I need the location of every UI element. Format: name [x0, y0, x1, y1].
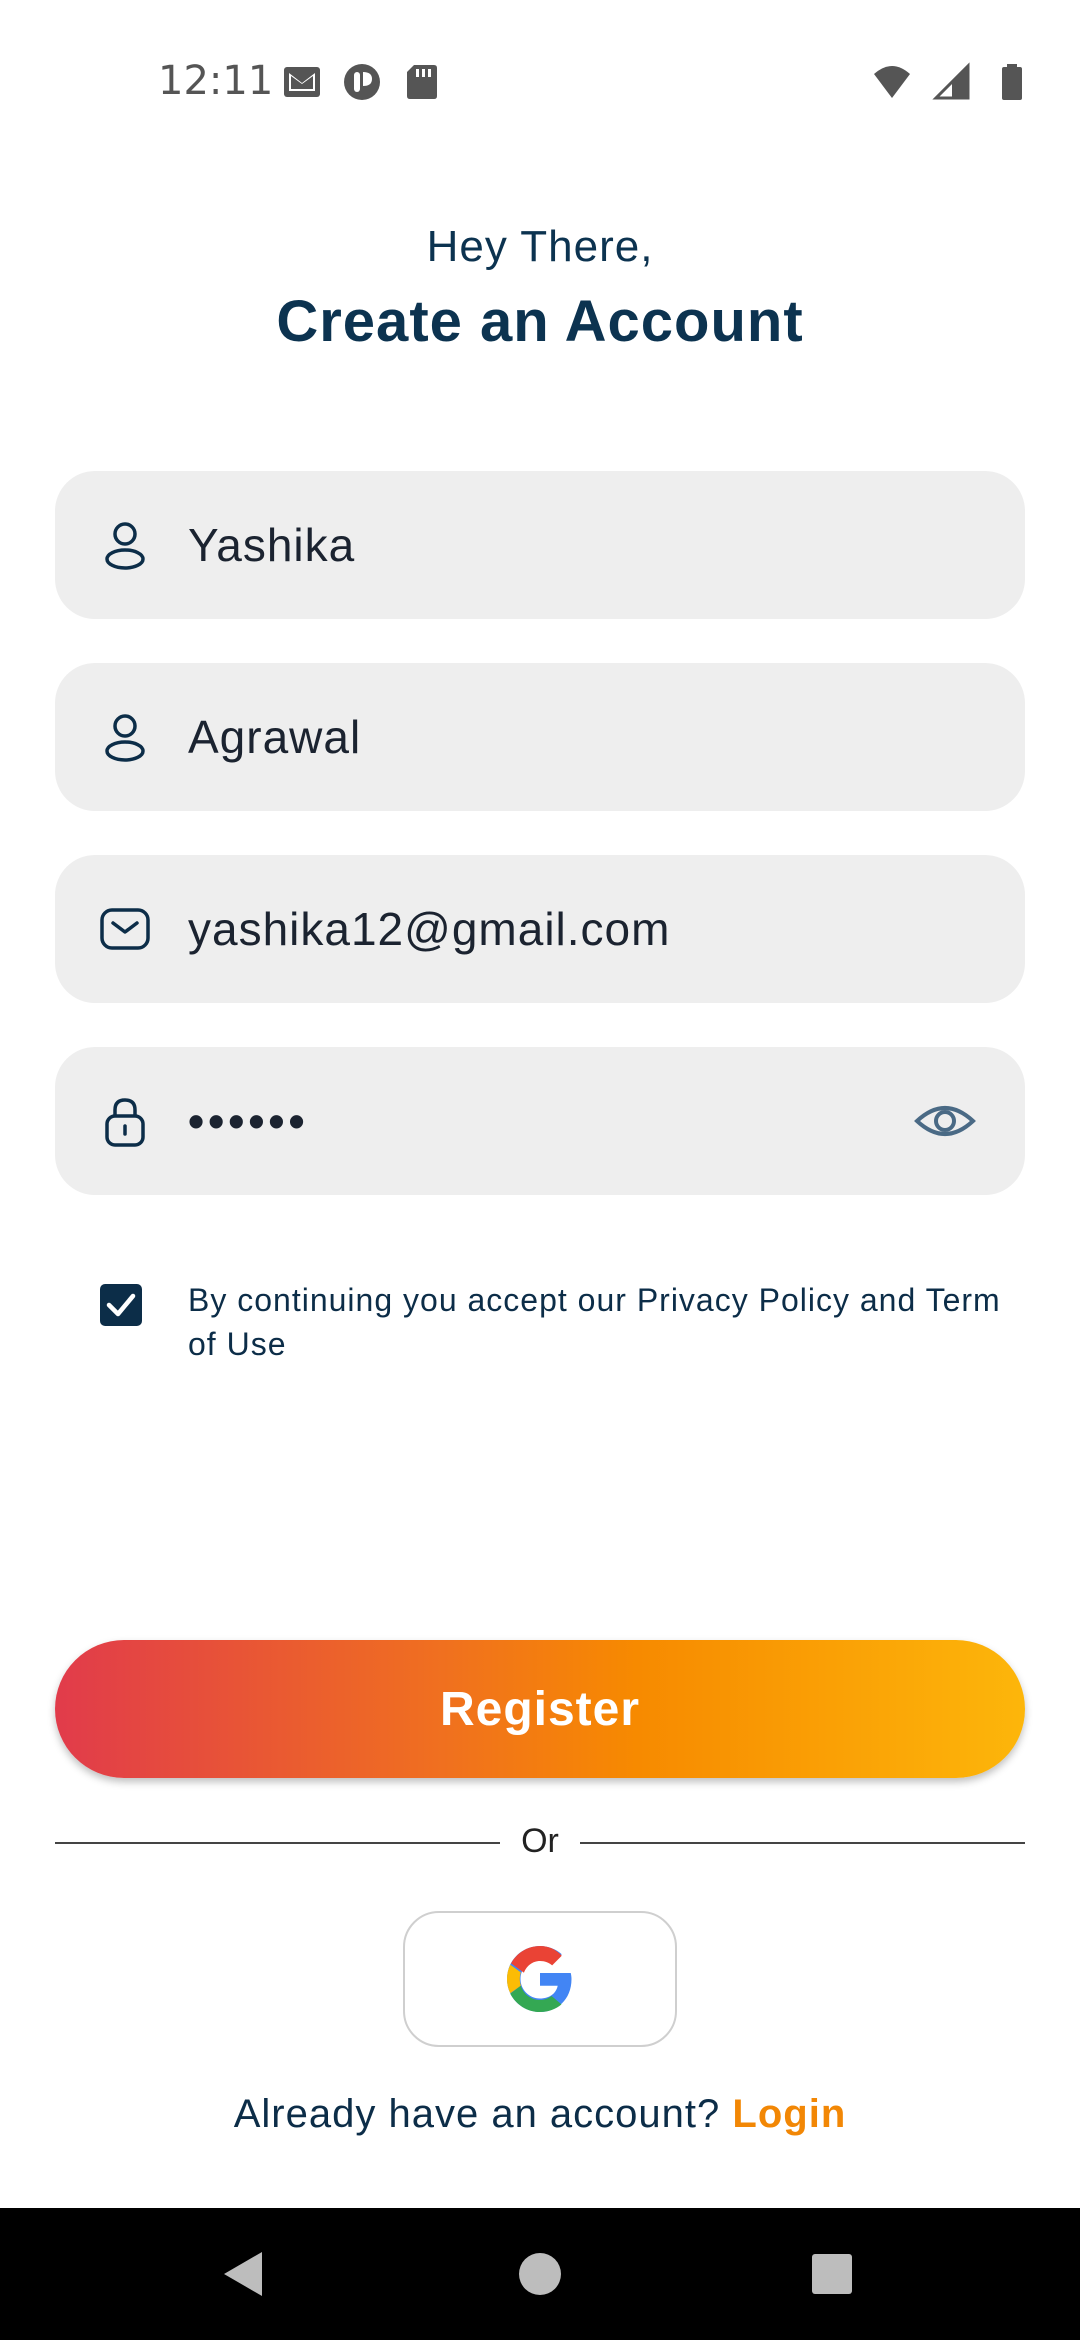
- terms-checkbox[interactable]: [100, 1284, 142, 1326]
- app-notification-icon: [344, 64, 380, 100]
- mail-icon: [100, 908, 150, 950]
- gmail-icon: [284, 67, 320, 97]
- password-value[interactable]: ••••••: [188, 1094, 309, 1148]
- status-bar: 12:11: [0, 0, 1080, 165]
- google-icon: [507, 1946, 572, 2012]
- last-name-value[interactable]: Agrawal: [188, 710, 361, 764]
- page-title: Create an Account: [276, 289, 804, 354]
- email-field[interactable]: yashika12@gmail.com: [55, 855, 1025, 1003]
- recent-apps-icon[interactable]: [800, 2242, 864, 2306]
- greeting-text: Hey There,: [426, 222, 654, 271]
- notification-icons: [282, 62, 442, 102]
- checkmark-icon: [106, 1293, 136, 1317]
- system-icons: [872, 62, 1032, 102]
- user-icon: [105, 522, 145, 570]
- password-field[interactable]: ••••••: [55, 1047, 1025, 1195]
- back-icon[interactable]: [214, 2242, 278, 2306]
- home-icon[interactable]: [508, 2242, 572, 2306]
- login-prompt-text: Already have an account?: [233, 2092, 721, 2136]
- terms-text: By continuing you accept our Privacy Pol…: [188, 1282, 1001, 1362]
- user-icon: [105, 714, 145, 762]
- sd-card-icon: [407, 65, 437, 99]
- wifi-icon: [874, 66, 910, 98]
- login-link[interactable]: Login: [732, 2092, 846, 2136]
- register-button[interactable]: Register: [55, 1640, 1025, 1778]
- last-name-field[interactable]: Agrawal: [55, 663, 1025, 811]
- cell-signal-icon: [932, 62, 970, 100]
- navigation-bar: [0, 2208, 1080, 2340]
- google-signin-button[interactable]: [403, 1911, 677, 2047]
- login-prompt-row: Already have an account? Login: [0, 2092, 1080, 2137]
- divider-line-right: [580, 1842, 1025, 1844]
- first-name-value[interactable]: Yashika: [188, 518, 355, 572]
- register-label: Register: [439, 1682, 641, 1736]
- eye-icon[interactable]: [913, 1089, 977, 1153]
- status-time: 12:11: [158, 58, 274, 104]
- or-divider: Or: [55, 1820, 1025, 1866]
- email-value[interactable]: yashika12@gmail.com: [188, 902, 670, 956]
- first-name-field[interactable]: Yashika: [55, 471, 1025, 619]
- battery-icon: [1002, 64, 1022, 100]
- lock-icon: [105, 1098, 145, 1147]
